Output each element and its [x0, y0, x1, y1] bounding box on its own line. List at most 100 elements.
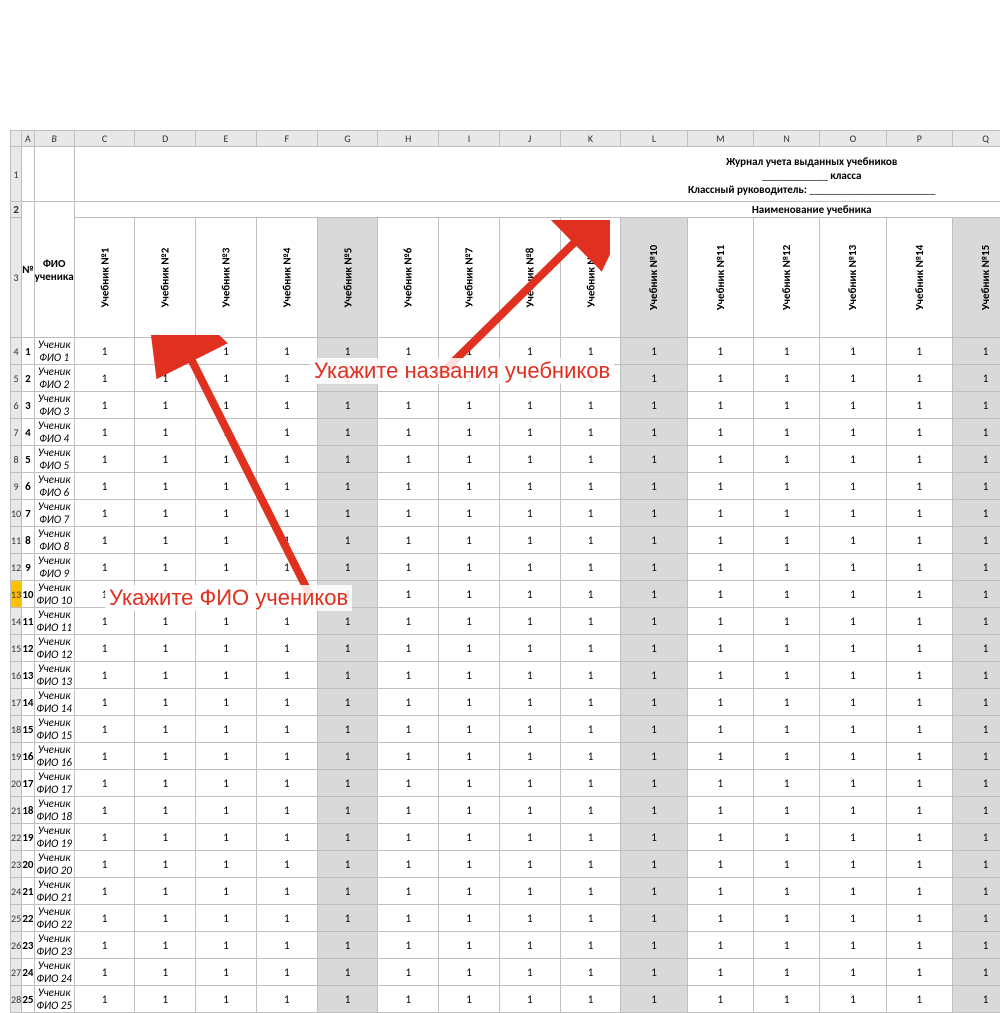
cell-data[interactable]: 1: [499, 797, 560, 824]
cell-data[interactable]: 1: [621, 662, 687, 689]
cell-data[interactable]: 1: [621, 959, 687, 986]
cell-data[interactable]: 1: [135, 365, 196, 392]
cell-data[interactable]: 1: [754, 419, 820, 446]
cell-num[interactable]: 8: [22, 527, 35, 554]
cell-data[interactable]: 1: [886, 608, 952, 635]
cell-data[interactable]: 1: [135, 959, 196, 986]
cell-data[interactable]: 1: [754, 878, 820, 905]
cell-data[interactable]: 1: [754, 608, 820, 635]
cell-data[interactable]: 1: [196, 797, 257, 824]
cell-data[interactable]: 1: [439, 338, 500, 365]
cell-data[interactable]: 1: [886, 851, 952, 878]
cell-data[interactable]: 1: [820, 959, 886, 986]
cell-data[interactable]: 1: [317, 446, 378, 473]
cell-data[interactable]: 1: [439, 473, 500, 500]
row-header[interactable]: 25: [11, 905, 22, 932]
cell-data[interactable]: 1: [687, 716, 753, 743]
cell-data[interactable]: 1: [621, 689, 687, 716]
cell-data[interactable]: 1: [886, 797, 952, 824]
cell-data[interactable]: 1: [687, 338, 753, 365]
cell-data[interactable]: 1: [687, 554, 753, 581]
col-header-D[interactable]: D: [135, 131, 196, 147]
cell-data[interactable]: 1: [560, 662, 621, 689]
cell-fio[interactable]: Ученик ФИО 20: [34, 851, 74, 878]
cell-data[interactable]: 1: [74, 527, 135, 554]
cell-data[interactable]: 1: [621, 608, 687, 635]
row-header[interactable]: 7: [11, 419, 22, 446]
cell-data[interactable]: 1: [378, 527, 439, 554]
cell-data[interactable]: 1: [74, 338, 135, 365]
cell-data[interactable]: 1: [886, 473, 952, 500]
row-header[interactable]: 18: [11, 716, 22, 743]
cell-data[interactable]: 1: [687, 851, 753, 878]
cell-data[interactable]: 1: [687, 392, 753, 419]
cell-data[interactable]: 1: [687, 689, 753, 716]
cell-data[interactable]: 1: [196, 338, 257, 365]
cell-data[interactable]: 1: [439, 392, 500, 419]
book-header[interactable]: Учебник №15: [952, 218, 1000, 338]
cell-data[interactable]: 1: [256, 743, 317, 770]
col-header-J[interactable]: J: [499, 131, 560, 147]
cell-num[interactable]: 2: [22, 365, 35, 392]
cell-data[interactable]: 1: [196, 473, 257, 500]
cell-data[interactable]: 1: [317, 905, 378, 932]
cell-num[interactable]: 9: [22, 554, 35, 581]
cell-data[interactable]: 1: [196, 662, 257, 689]
cell-num[interactable]: 18: [22, 797, 35, 824]
book-header[interactable]: Учебник №5: [317, 218, 378, 338]
cell-data[interactable]: 1: [439, 554, 500, 581]
cell-data[interactable]: 1: [439, 878, 500, 905]
cell-data[interactable]: 1: [886, 662, 952, 689]
cell-data[interactable]: 1: [560, 959, 621, 986]
book-header[interactable]: Учебник №8: [499, 218, 560, 338]
cell-data[interactable]: 1: [952, 446, 1000, 473]
cell-data[interactable]: 1: [135, 851, 196, 878]
cell-data[interactable]: 1: [621, 743, 687, 770]
cell-data[interactable]: 1: [256, 608, 317, 635]
cell-data[interactable]: 1: [560, 716, 621, 743]
cell-data[interactable]: 1: [196, 581, 257, 608]
cell-data[interactable]: 1: [499, 473, 560, 500]
cell-data[interactable]: 1: [196, 959, 257, 986]
cell-data[interactable]: 1: [317, 608, 378, 635]
cell-data[interactable]: 1: [820, 338, 886, 365]
cell-data[interactable]: 1: [687, 608, 753, 635]
row-header[interactable]: 11: [11, 527, 22, 554]
cell-data[interactable]: 1: [74, 419, 135, 446]
col-header-K[interactable]: K: [560, 131, 621, 147]
row-header[interactable]: 9: [11, 473, 22, 500]
cell-data[interactable]: 1: [952, 932, 1000, 959]
cell-data[interactable]: 1: [439, 365, 500, 392]
cell-data[interactable]: 1: [687, 365, 753, 392]
cell-data[interactable]: 1: [621, 932, 687, 959]
cell-fio[interactable]: Ученик ФИО 1: [34, 338, 74, 365]
cell-num[interactable]: 12: [22, 635, 35, 662]
cell-data[interactable]: 1: [74, 743, 135, 770]
cell-data[interactable]: 1: [317, 878, 378, 905]
row-header[interactable]: 16: [11, 662, 22, 689]
cell-num[interactable]: 22: [22, 905, 35, 932]
cell-data[interactable]: 1: [886, 878, 952, 905]
cell-data[interactable]: 1: [952, 824, 1000, 851]
cell-data[interactable]: 1: [820, 986, 886, 1013]
cell-data[interactable]: 1: [560, 878, 621, 905]
cell-data[interactable]: 1: [74, 662, 135, 689]
cell[interactable]: [34, 147, 74, 202]
cell-data[interactable]: 1: [256, 500, 317, 527]
cell-data[interactable]: 1: [886, 905, 952, 932]
book-header[interactable]: Учебник №3: [196, 218, 257, 338]
cell-data[interactable]: 1: [74, 932, 135, 959]
cell-fio[interactable]: Ученик ФИО 3: [34, 392, 74, 419]
cell-data[interactable]: 1: [74, 500, 135, 527]
cell-data[interactable]: 1: [560, 473, 621, 500]
cell-data[interactable]: 1: [499, 851, 560, 878]
cell-data[interactable]: 1: [754, 473, 820, 500]
cell-data[interactable]: 1: [439, 446, 500, 473]
cell-data[interactable]: 1: [317, 797, 378, 824]
cell-data[interactable]: 1: [687, 743, 753, 770]
cell-data[interactable]: 1: [687, 932, 753, 959]
cell-data[interactable]: 1: [135, 797, 196, 824]
cell-data[interactable]: 1: [256, 527, 317, 554]
row-header[interactable]: 17: [11, 689, 22, 716]
cell-data[interactable]: 1: [317, 392, 378, 419]
